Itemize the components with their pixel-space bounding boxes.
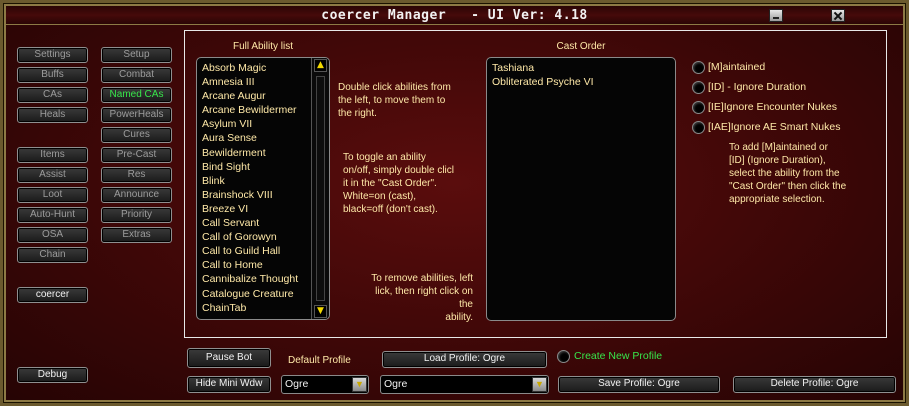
hide-mini-window-button[interactable]: Hide Mini Wdw	[187, 376, 271, 393]
option-radio[interactable]	[692, 121, 705, 134]
nav-button-named-cas[interactable]: Named CAs	[101, 87, 172, 103]
cast-order-item[interactable]: Obliterated Psyche VI	[487, 75, 675, 89]
help-add-flags: To add [M]aintained or [ID] (Ignore Dura…	[729, 142, 847, 205]
list-item[interactable]: Amnesia III	[197, 75, 329, 89]
nav-button-buffs[interactable]: Buffs	[17, 67, 88, 83]
nav-button-announce[interactable]: Announce	[101, 187, 172, 203]
list-item[interactable]: Brainshock VIII	[197, 188, 329, 202]
profile-value: Ogre	[384, 378, 408, 390]
nav-button-settings[interactable]: Settings	[17, 47, 88, 63]
nav-button-auto-hunt[interactable]: Auto-Hunt	[17, 207, 88, 223]
nav-button-loot[interactable]: Loot	[17, 187, 88, 203]
delete-profile-button[interactable]: Delete Profile: Ogre	[733, 376, 896, 393]
nav-button-priority[interactable]: Priority	[101, 207, 172, 223]
option-label: [IE]Ignore Encounter Nukes	[708, 101, 837, 113]
list-item[interactable]: Arcane Bewildermer	[197, 103, 329, 117]
nav-button-cures[interactable]: Cures	[101, 127, 172, 143]
up-arrow-icon[interactable]: ▲	[314, 59, 327, 72]
default-profile-value: Ogre	[285, 378, 309, 390]
nav-button-osa[interactable]: OSA	[17, 227, 88, 243]
scroll-track[interactable]	[316, 76, 325, 301]
default-profile-select[interactable]: Ogre ▼	[281, 375, 369, 394]
list-item[interactable]: Arcane Augur	[197, 89, 329, 103]
save-profile-button[interactable]: Save Profile: Ogre	[558, 376, 720, 393]
nav-button-chain[interactable]: Chain	[17, 247, 88, 263]
default-profile-label: Default Profile	[288, 355, 351, 366]
help-remove-abilities: To remove abilities, left lick, then rig…	[371, 273, 473, 323]
chevron-down-icon[interactable]: ▼	[352, 377, 367, 392]
nav-button-powerheals[interactable]: PowerHeals	[101, 107, 172, 123]
option-label: [M]aintained	[708, 61, 766, 73]
profile-select[interactable]: Ogre ▼	[380, 375, 549, 394]
nav-button-extras[interactable]: Extras	[101, 227, 172, 243]
list-item[interactable]: Asylum VII	[197, 117, 329, 131]
list-item[interactable]: Blink	[197, 174, 329, 188]
list-item[interactable]: Cannibalize Thought	[197, 272, 329, 286]
nav-button-items[interactable]: Items	[17, 147, 88, 163]
list-item[interactable]: Catalogue Creature	[197, 287, 329, 301]
chevron-down-icon[interactable]: ▼	[532, 377, 547, 392]
list-item[interactable]: Call of Gorowyn	[197, 230, 329, 244]
nav-button-assist[interactable]: Assist	[17, 167, 88, 183]
titlebar[interactable]: coercer Manager - UI Ver: 4.18	[6, 6, 903, 25]
nav-button-heals[interactable]: Heals	[17, 107, 88, 123]
down-arrow-icon[interactable]: ▼	[314, 305, 327, 318]
list-item[interactable]: Aura Sense	[197, 131, 329, 145]
cast-order-list[interactable]: Tashiana Obliterated Psyche VI	[486, 57, 676, 321]
close-icon[interactable]	[831, 9, 845, 22]
nav-button-cas[interactable]: CAs	[17, 87, 88, 103]
list-item[interactable]: Call to Home	[197, 258, 329, 272]
list-item[interactable]: Bind Sight	[197, 160, 329, 174]
create-new-profile-label[interactable]: Create New Profile	[574, 350, 662, 362]
option-radio[interactable]	[692, 61, 705, 74]
full-ability-list[interactable]: Absorb Magic Amnesia III Arcane Augur Arcan…	[196, 57, 330, 320]
list-item[interactable]: Absorb Magic	[197, 61, 329, 75]
list-item[interactable]: Call Servant	[197, 216, 329, 230]
cast-order-label: Cast Order	[556, 41, 606, 52]
help-toggle-ability: To toggle an ability on/off, simply doub…	[343, 152, 454, 215]
ability-list-scrollbar[interactable]: ▲ ▼	[311, 58, 329, 319]
option-label: [ID] - Ignore Duration	[708, 81, 807, 93]
nav-button-res[interactable]: Res	[101, 167, 172, 183]
create-new-profile-radio[interactable]	[557, 350, 570, 363]
full-ability-list-label: Full Ability list	[232, 41, 293, 52]
minimize-icon[interactable]	[769, 9, 783, 22]
character-button[interactable]: coercer	[17, 287, 88, 303]
list-item[interactable]: Call to Guild Hall	[197, 244, 329, 258]
nav-button-pre-cast[interactable]: Pre-Cast	[101, 147, 172, 163]
option-radio[interactable]	[692, 101, 705, 114]
debug-button[interactable]: Debug	[17, 367, 88, 383]
help-move-abilities: Double click abilities from the left, to…	[338, 82, 451, 119]
pause-bot-button[interactable]: Pause Bot	[187, 348, 271, 368]
list-item[interactable]: ChainTab	[197, 301, 329, 315]
option-radio[interactable]	[692, 81, 705, 94]
nav-button-combat[interactable]: Combat	[101, 67, 172, 83]
option-label: [IAE]Ignore AE Smart Nukes	[708, 121, 841, 133]
list-item[interactable]: Breeze VI	[197, 202, 329, 216]
list-item[interactable]: Bewilderment	[197, 146, 329, 160]
load-profile-button[interactable]: Load Profile: Ogre	[382, 351, 547, 368]
cast-order-item[interactable]: Tashiana	[487, 61, 675, 75]
nav-button-setup[interactable]: Setup	[101, 47, 172, 63]
